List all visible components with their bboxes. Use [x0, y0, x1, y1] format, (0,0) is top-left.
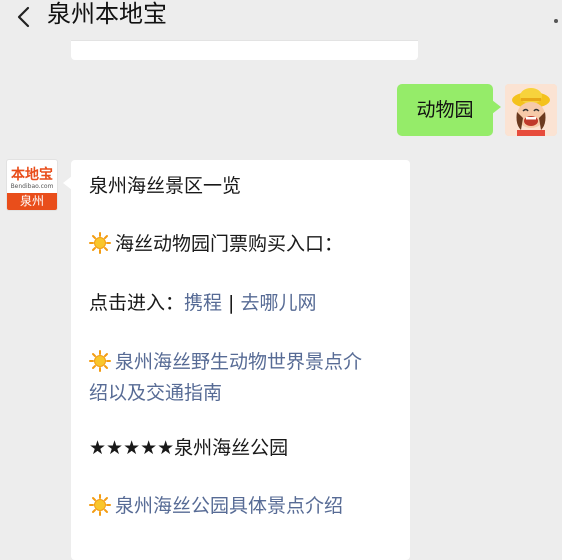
wildlife-world-link-cont[interactable]: 绍以及交通指南 [89, 378, 222, 408]
ctrip-link[interactable]: 携程 [184, 292, 222, 314]
bot-reply-bubble: 泉州海丝景区一览 海丝动物园门票购买入口： 点击进入：携程 | 去哪儿网 泉州海丝野… [63, 160, 410, 560]
user-message-text: 动物园 [416, 99, 474, 121]
sun-emoji-icon [89, 232, 111, 254]
click-prefix-text: 点击进入： [89, 292, 185, 314]
avatar-city-label: 泉州 [7, 193, 57, 210]
reply-heading: 泉州海丝景区一览 [89, 175, 242, 197]
reply-park-heading: ★★★★★泉州海丝公园 [89, 437, 289, 459]
avatar-logo-subtext: Bendibao.com [10, 183, 54, 190]
user-avatar[interactable] [505, 84, 557, 136]
chevron-left-icon[interactable] [8, 0, 42, 34]
cartoon-girl-avatar-icon [505, 84, 557, 136]
user-message-bubble[interactable]: 动物园 [397, 84, 501, 136]
park-detail-link[interactable]: 泉州海丝公园具体景点介绍 [115, 495, 343, 517]
reply-ticket-entry: 海丝动物园门票购买入口： [89, 229, 343, 259]
sun-emoji-icon [89, 494, 111, 516]
avatar-logo-text: 本地宝 [11, 167, 53, 183]
top-bar: 泉州本地宝 [0, 0, 562, 44]
reply-click-links: 点击进入：携程 | 去哪儿网 [89, 288, 316, 318]
ticket-entry-text: 海丝动物园门票购买入口： [115, 233, 344, 255]
reply-wildlife-world: 泉州海丝野生动物世界景点介 [89, 347, 362, 377]
link-separator: | [228, 292, 235, 314]
page-title: 泉州本地宝 [47, 0, 167, 28]
previous-message-bubble [71, 40, 418, 60]
wildlife-world-link[interactable]: 泉州海丝野生动物世界景点介 [115, 351, 362, 373]
sun-emoji-icon [89, 350, 111, 372]
official-account-avatar[interactable]: 本地宝 Bendibao.com 泉州 [6, 159, 58, 211]
reply-park-detail: 泉州海丝公园具体景点介绍 [89, 491, 343, 521]
more-dots-icon[interactable] [554, 19, 558, 23]
qunar-link[interactable]: 去哪儿网 [240, 292, 316, 314]
